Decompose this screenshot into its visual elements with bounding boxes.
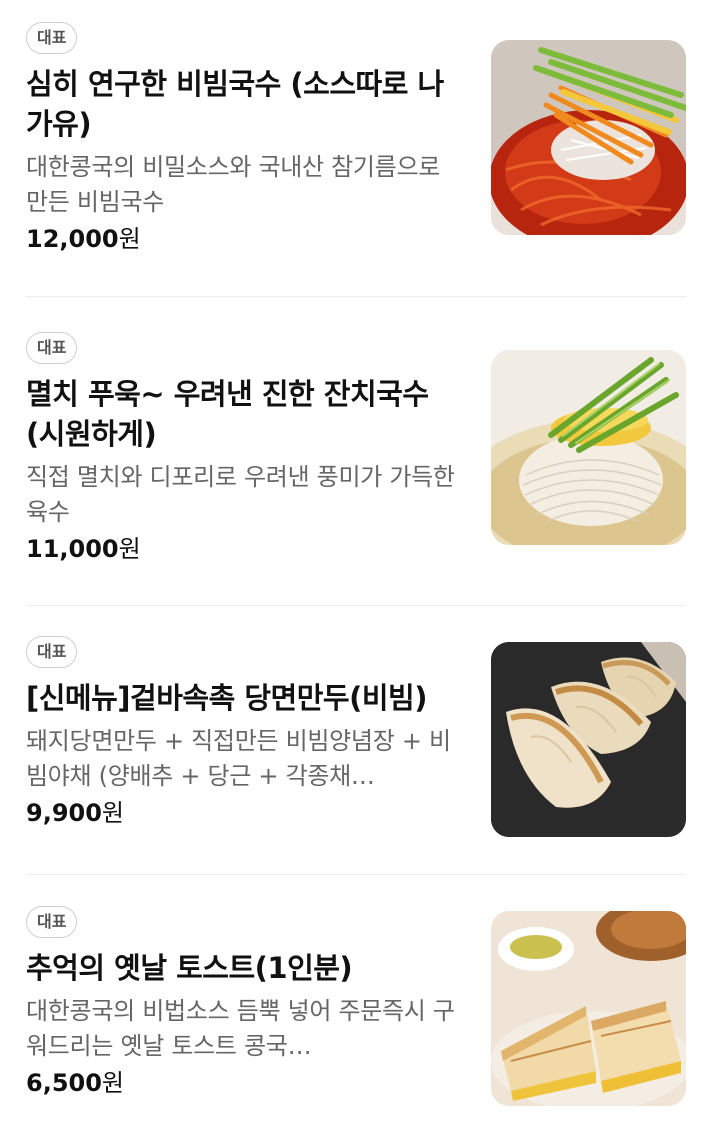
divider — [26, 605, 686, 606]
menu-item[interactable]: 대표 멸치 푸욱~ 우려낸 진한 잔치국수 (시원하게) 직접 멸치와 디포리로… — [26, 332, 686, 592]
menu-item-description: 대한콩국의 비밀소스와 국내산 참기름으로 만든 비빔국수 — [26, 153, 441, 216]
menu-item-price: 11,000원 — [26, 532, 466, 566]
anchovy-broth-noodles-image — [491, 350, 686, 545]
menu-item-photo-janchi-noodles[interactable] — [491, 350, 686, 545]
menu-item-photo-toast[interactable] — [491, 911, 686, 1106]
signature-badge: 대표 — [26, 636, 78, 668]
menu-item-title: 추억의 옛날 토스트(1인분) — [26, 951, 353, 985]
menu-item-price: 6,500원 — [26, 1066, 466, 1100]
price-unit: 원 — [101, 1069, 125, 1097]
signature-badge: 대표 — [26, 906, 78, 938]
menu-item-price: 9,900원 — [26, 796, 466, 830]
menu-item-info: 대표 멸치 푸욱~ 우려낸 진한 잔치국수 (시원하게) 직접 멸치와 디포리로… — [26, 332, 466, 566]
menu-item-title: 심히 연구한 비빔국수 (소스따로 나가유) — [26, 67, 444, 141]
price-number: 9,900 — [26, 799, 102, 827]
menu-item-title: 멸치 푸욱~ 우려낸 진한 잔치국수 (시원하게) — [26, 377, 429, 451]
price-unit: 원 — [118, 535, 141, 563]
menu-item-info: 대표 [신메뉴]겉바속촉 당면만두(비빔) 돼지당면만두 + 직접만든 비빔양념… — [26, 636, 466, 830]
menu-item-title: [신메뉴]겉바속촉 당면만두(비빔) — [26, 681, 427, 715]
menu-item-description: 직접 멸치와 디포리로 우려낸 풍미가 가득한 육수 — [26, 463, 455, 526]
menu-item-description: 대한콩국의 비법소스 듬뿍 넣어 주문즉시 구워드리는 옛날 토스트 콩국… — [26, 997, 455, 1060]
old-fashioned-toast-image — [491, 911, 686, 1106]
price-unit: 원 — [118, 225, 141, 253]
menu-item-price: 12,000원 — [26, 222, 466, 256]
menu-item-info: 대표 추억의 옛날 토스트(1인분) 대한콩국의 비법소스 듬뿍 넣어 주문즉시… — [26, 906, 466, 1100]
price-number: 11,000 — [26, 535, 119, 563]
pan-fried-dumplings-image — [491, 642, 686, 837]
price-unit: 원 — [101, 799, 125, 827]
signature-badge: 대표 — [26, 22, 78, 54]
price-number: 6,500 — [26, 1069, 102, 1097]
menu-item[interactable]: 대표 심히 연구한 비빔국수 (소스따로 나가유) 대한콩국의 비밀소스와 국내… — [26, 22, 686, 282]
signature-badge: 대표 — [26, 332, 78, 364]
menu-item[interactable]: 대표 추억의 옛날 토스트(1인분) 대한콩국의 비법소스 듬뿍 넣어 주문즉시… — [26, 906, 686, 1126]
price-number: 12,000 — [26, 225, 119, 253]
menu-item-info: 대표 심히 연구한 비빔국수 (소스따로 나가유) 대한콩국의 비밀소스와 국내… — [26, 22, 466, 256]
menu-list: 대표 심히 연구한 비빔국수 (소스따로 나가유) 대한콩국의 비밀소스와 국내… — [0, 0, 708, 1126]
menu-item-photo-dumplings[interactable] — [491, 642, 686, 837]
menu-item-description: 돼지당면만두 + 직접만든 비빔양념장 + 비빔야채 (양배추 + 당근 + 각… — [26, 727, 451, 790]
menu-item-photo-bibim-noodles[interactable] — [491, 40, 686, 235]
divider — [26, 296, 686, 297]
menu-item[interactable]: 대표 [신메뉴]겉바속촉 당면만두(비빔) 돼지당면만두 + 직접만든 비빔양념… — [26, 636, 686, 896]
spicy-bibim-noodles-image — [491, 40, 686, 235]
divider — [26, 874, 686, 875]
